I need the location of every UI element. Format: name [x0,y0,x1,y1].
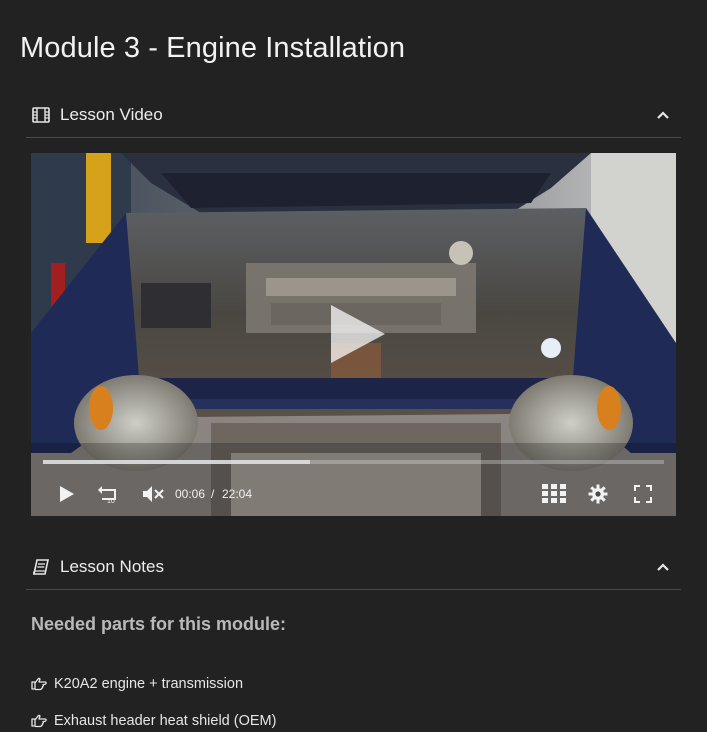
needed-parts-heading: Needed parts for this module: [31,614,287,634]
video-progress-bar[interactable] [43,460,664,464]
list-item: K20A2 engine + transmission [31,676,243,692]
chevron-up-icon[interactable] [655,559,671,575]
lesson-video-header[interactable]: Lesson Video [26,93,681,138]
list-item: Exhaust header heat shield (OEM) [31,713,276,729]
fullscreen-icon[interactable] [633,483,653,505]
chevron-up-icon[interactable] [655,107,671,123]
page-title: Module 3 - Engine Installation [20,32,406,64]
big-play-button[interactable] [327,303,387,365]
lesson-page: Module 3 - Engine Installation Lesson Vi… [0,0,707,732]
settings-icon[interactable] [587,483,609,505]
book-icon [31,557,51,577]
lesson-video-title: Lesson Video [60,105,163,124]
play-icon[interactable] [57,483,77,505]
duration: 22:04 [222,487,253,501]
lesson-notes-title: Lesson Notes [60,557,164,576]
grid-icon[interactable] [541,483,567,505]
svg-text:10: 10 [107,498,115,504]
hand-pointing-right-icon [31,677,47,691]
video-player[interactable]: 10 00:06 / 22:04 [31,153,676,516]
part-label: Exhaust header heat shield (OEM) [54,713,277,729]
mute-icon[interactable] [142,483,164,505]
current-time: 00:06 [175,487,206,501]
video-progress-fill [43,460,311,464]
part-label: K20A2 engine + transmission [54,676,244,692]
hand-pointing-right-icon [31,714,47,728]
lesson-notes-header[interactable]: Lesson Notes [26,545,681,590]
film-icon [31,105,51,125]
time-separator: / [211,487,215,501]
rewind-10-icon[interactable]: 10 [97,483,121,505]
